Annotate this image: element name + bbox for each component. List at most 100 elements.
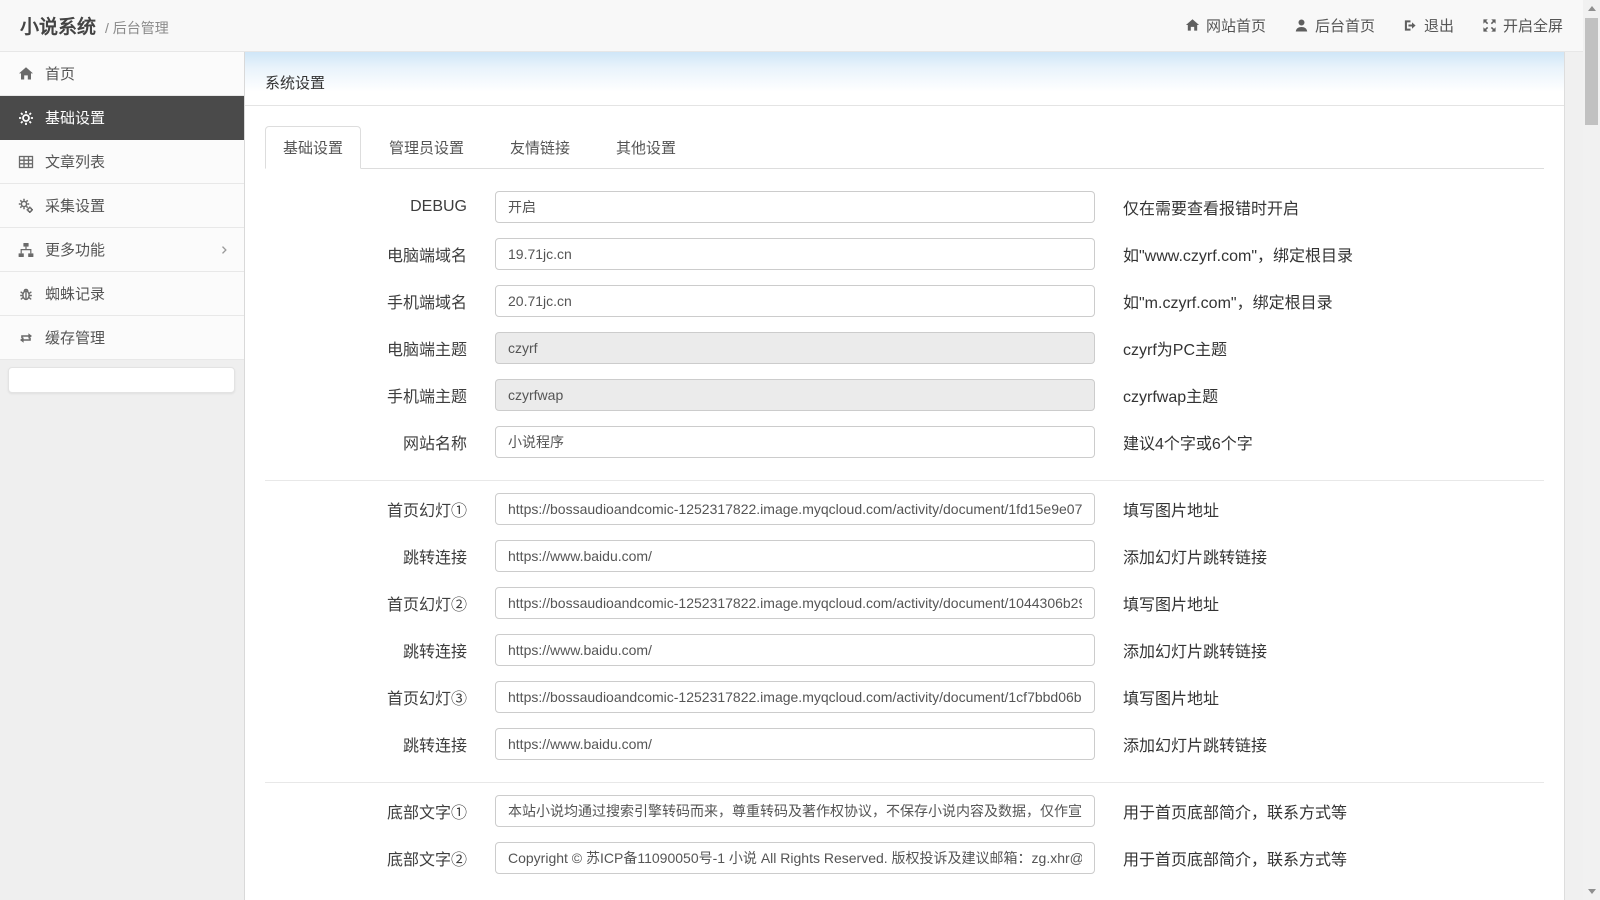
- field-help: 建议4个字或6个字: [1123, 436, 1253, 453]
- sidebar-item-cache-management[interactable]: 缓存管理: [0, 316, 244, 360]
- field-input[interactable]: [495, 238, 1095, 270]
- topnav-label: 网站首页: [1205, 18, 1266, 35]
- breadcrumb-current: 后台管理: [112, 20, 169, 36]
- scroll-up-arrow-icon[interactable]: [1583, 0, 1600, 17]
- field-input[interactable]: [495, 842, 1095, 874]
- field-input: [495, 379, 1095, 411]
- topnav-label: 退出: [1423, 18, 1454, 35]
- topbar: 小说系统 / 后台管理 网站首页 后台首页 退出 开启全屏: [0, 0, 1583, 52]
- brand: 小说系统 / 后台管理: [20, 12, 169, 39]
- sidebar-item-home[interactable]: 首页: [0, 52, 244, 96]
- field-help: 添加幻灯片跳转链接: [1123, 644, 1268, 661]
- field-help: czyrfwap主题: [1123, 389, 1219, 406]
- form-row: 首页幻灯① 填写图片地址: [265, 493, 1544, 525]
- sidebar-item-article-list[interactable]: 文章列表: [0, 140, 244, 184]
- sitemap-icon: [18, 242, 34, 258]
- field-help: 填写图片地址: [1123, 503, 1220, 520]
- field-input[interactable]: [495, 285, 1095, 317]
- sidebar-item-collect-settings[interactable]: 采集设置: [0, 184, 244, 228]
- form-row: 跳转连接 添加幻灯片跳转链接: [265, 634, 1544, 666]
- gear-icon: [18, 110, 34, 126]
- field-input[interactable]: [495, 681, 1095, 713]
- field-input[interactable]: [495, 493, 1095, 525]
- sidebar-item-label: 首页: [45, 66, 76, 83]
- field-help: czyrf为PC主题: [1123, 342, 1228, 359]
- home-icon: [1185, 18, 1200, 33]
- sidebar-item-more-features[interactable]: 更多功能: [0, 228, 244, 272]
- scrollbar-thumb[interactable]: [1585, 18, 1598, 125]
- field-input[interactable]: [495, 540, 1095, 572]
- form-row: 手机端主题 czyrfwap主题: [265, 379, 1544, 411]
- section-divider: [265, 480, 1544, 481]
- sidebar-item-label: 文章列表: [45, 154, 106, 171]
- scroll-down-arrow-icon[interactable]: [1583, 883, 1600, 900]
- form-row: 手机端域名 如"m.czyrf.com"，绑定根目录: [265, 285, 1544, 317]
- field-input[interactable]: [495, 426, 1095, 458]
- form-row: 跳转连接 添加幻灯片跳转链接: [265, 728, 1544, 760]
- form-row: 首页幻灯③ 填写图片地址: [265, 681, 1544, 713]
- field-label: 电脑端域名: [386, 248, 467, 265]
- topnav-fullscreen[interactable]: 开启全屏: [1482, 15, 1563, 36]
- field-label: 手机端域名: [386, 295, 467, 312]
- tab-links[interactable]: 友情链接: [492, 126, 588, 169]
- sidebar-input[interactable]: [8, 367, 235, 393]
- field-help: 仅在需要查看报错时开启: [1123, 201, 1300, 218]
- field-label: 跳转连接: [402, 644, 467, 661]
- field-label: 手机端主题: [386, 389, 467, 406]
- main-panel: 系统设置 基础设置管理员设置友情链接其他设置 DEBUG 仅在需要查看报错时开启电…: [245, 52, 1565, 900]
- sidebar-item-label: 蜘蛛记录: [45, 286, 106, 303]
- sidebar-item-spider-log[interactable]: 蜘蛛记录: [0, 272, 244, 316]
- sidebar: 首页基础设置文章列表采集设置更多功能蜘蛛记录缓存管理: [0, 52, 245, 900]
- field-input[interactable]: [495, 634, 1095, 666]
- form-row: 底部文字② 用于首页底部简介，联系方式等: [265, 842, 1544, 874]
- field-label: 首页幻灯③: [386, 691, 467, 708]
- topnav-label: 后台首页: [1314, 18, 1375, 35]
- topnav-logout[interactable]: 退出: [1403, 15, 1454, 36]
- tab-other[interactable]: 其他设置: [598, 126, 694, 169]
- tab-basic[interactable]: 基础设置: [265, 126, 362, 169]
- fullscreen-icon: [1482, 18, 1497, 33]
- field-label: 网站名称: [402, 436, 467, 453]
- form-row: 网站名称 建议4个字或6个字: [265, 426, 1544, 458]
- scrollbar[interactable]: [1583, 0, 1600, 900]
- topnav-site-home[interactable]: 网站首页: [1185, 15, 1266, 36]
- field-help: 填写图片地址: [1123, 597, 1220, 614]
- app-title: 小说系统: [20, 17, 97, 38]
- sign-out-icon: [1403, 18, 1418, 33]
- tab-admin[interactable]: 管理员设置: [371, 126, 482, 169]
- field-help: 用于首页底部简介，联系方式等: [1123, 805, 1348, 822]
- table-icon: [18, 154, 34, 170]
- field-input[interactable]: [495, 795, 1095, 827]
- refresh-icon: [18, 330, 34, 346]
- form-row: 电脑端域名 如"www.czyrf.com"，绑定根目录: [265, 238, 1544, 270]
- cogs-icon: [18, 198, 34, 214]
- field-input[interactable]: [495, 728, 1095, 760]
- chevron-right-icon: [218, 244, 230, 256]
- field-help: 填写图片地址: [1123, 691, 1220, 708]
- field-label: DEBUG: [410, 198, 467, 215]
- field-input[interactable]: [495, 587, 1095, 619]
- breadcrumb-separator: /: [105, 20, 109, 36]
- field-label: 首页幻灯②: [386, 597, 467, 614]
- field-input[interactable]: [495, 191, 1095, 223]
- field-label: 底部文字②: [386, 852, 467, 869]
- field-help: 添加幻灯片跳转链接: [1123, 738, 1268, 755]
- sidebar-menu: 首页基础设置文章列表采集设置更多功能蜘蛛记录缓存管理: [0, 52, 244, 360]
- sidebar-item-label: 更多功能: [45, 242, 106, 259]
- field-label: 底部文字①: [386, 805, 467, 822]
- form-row: 跳转连接 添加幻灯片跳转链接: [265, 540, 1544, 572]
- form-row: DEBUG 仅在需要查看报错时开启: [265, 191, 1544, 223]
- form-row: 电脑端主题 czyrf为PC主题: [265, 332, 1544, 364]
- panel-header: 系统设置: [245, 52, 1564, 106]
- topnav-label: 开启全屏: [1502, 18, 1563, 35]
- form-row: 首页幻灯② 填写图片地址: [265, 587, 1544, 619]
- sidebar-item-label: 基础设置: [45, 110, 106, 127]
- page-title: 系统设置: [265, 75, 326, 92]
- sidebar-item-label: 采集设置: [45, 198, 106, 215]
- settings-form: DEBUG 仅在需要查看报错时开启电脑端域名 如"www.czyrf.com"，绑定…: [265, 191, 1544, 874]
- sidebar-item-basic-settings[interactable]: 基础设置: [0, 96, 244, 140]
- field-help: 添加幻灯片跳转链接: [1123, 550, 1268, 567]
- home-icon: [18, 66, 34, 82]
- form-row: 底部文字① 用于首页底部简介，联系方式等: [265, 795, 1544, 827]
- topnav-admin-home[interactable]: 后台首页: [1294, 15, 1375, 36]
